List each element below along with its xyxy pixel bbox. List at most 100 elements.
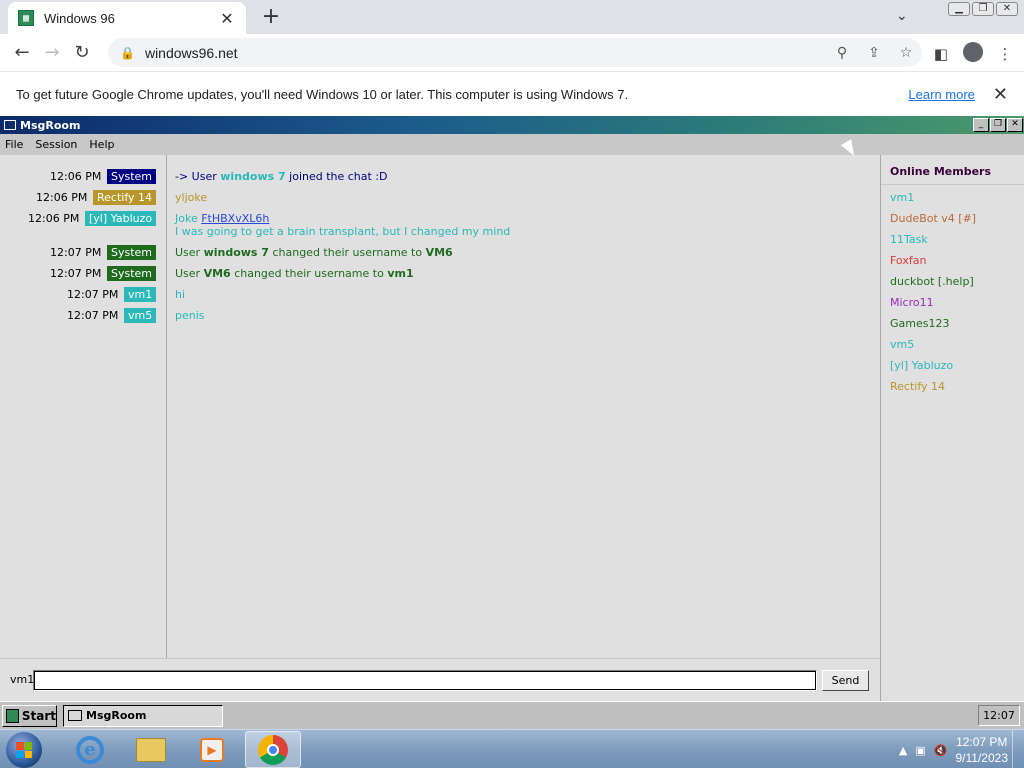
- update-infobar: To get future Google Chrome updates, you…: [0, 71, 1024, 116]
- share-icon[interactable]: ⇪: [858, 45, 890, 61]
- menu-file[interactable]: File: [5, 138, 23, 151]
- windows7-taskbar: e ▶ ▲ ▣ 🔇 12:07 PM 9/11/2023: [0, 729, 1024, 769]
- menu-session[interactable]: Session: [35, 138, 77, 151]
- menu-bar: File Session Help: [0, 134, 1024, 155]
- chat-log: System 12:06 PM -> User windows 7 joined t…: [0, 155, 880, 658]
- infobar-close-icon[interactable]: ✕: [993, 84, 1008, 105]
- message-text: hi: [175, 288, 186, 301]
- sender-badge[interactable]: System: [107, 266, 157, 281]
- volume-muted-icon[interactable]: 🔇: [934, 744, 948, 757]
- new-tab-button[interactable]: +: [260, 6, 282, 28]
- message-link[interactable]: FtHBXvXL6h: [201, 212, 269, 225]
- profile-avatar-icon[interactable]: [962, 42, 984, 66]
- close-window-icon[interactable]: ✕: [996, 2, 1018, 16]
- lock-icon[interactable]: 🔒: [120, 46, 135, 60]
- system-tray: ▲ ▣ 🔇 12:07 PM 9/11/2023: [899, 734, 1008, 766]
- search-icon[interactable]: ⚲: [826, 45, 858, 61]
- sender-badge[interactable]: vm1: [124, 287, 157, 302]
- clock-time: 12:07 PM: [956, 735, 1008, 749]
- chrome-menu-icon[interactable]: ⋮: [994, 45, 1016, 63]
- sender-badge[interactable]: [yl] Yabluzo: [85, 211, 157, 226]
- infobar-message: To get future Google Chrome updates, you…: [16, 86, 629, 102]
- member-item[interactable]: duckbot [.help]: [881, 271, 1024, 292]
- side-panel-icon[interactable]: ◧: [930, 45, 952, 63]
- show-hidden-icons-icon[interactable]: ▲: [899, 744, 907, 757]
- chat-bubble-icon: [4, 120, 16, 130]
- internet-explorer-pin[interactable]: e: [62, 731, 118, 768]
- system-clock[interactable]: 12:07 PM 9/11/2023: [956, 734, 1009, 766]
- member-item[interactable]: [yl] Yabluzo: [881, 355, 1024, 376]
- browser-tabstrip: ▦ Windows 96 ✕ + ⌄ ▁ ❐ ✕: [0, 0, 1024, 34]
- message-time: 12:07 PM: [50, 246, 102, 259]
- win96-logo-icon: [6, 708, 19, 723]
- clock-date: 9/11/2023: [955, 751, 1009, 765]
- sender-badge[interactable]: vm5: [124, 308, 157, 323]
- minimize-button[interactable]: _: [973, 118, 989, 132]
- show-desktop-button[interactable]: [1012, 730, 1024, 769]
- message-text: Joke FtHBXvXL6h I was going to get a brai…: [175, 212, 511, 238]
- menu-help[interactable]: Help: [89, 138, 114, 151]
- message-input-bar: vm1 Send: [0, 658, 880, 701]
- message-time: 12:07 PM: [67, 288, 119, 301]
- windows96-favicon-icon: ▦: [18, 10, 34, 26]
- message-text: User VM6 changed their username to vm1: [175, 267, 414, 280]
- tab-title: Windows 96: [44, 10, 115, 26]
- restore-icon[interactable]: ❐: [972, 2, 994, 16]
- taskbar-item-label: MsgRoom: [86, 709, 147, 722]
- message-text: yljoke: [175, 191, 208, 204]
- internet-explorer-icon: e: [76, 735, 104, 764]
- msgroom-window: MsgRoom _ ❐ ✕ File Session Help System 12…: [0, 116, 1024, 701]
- chat-bubble-icon: [68, 710, 82, 721]
- member-item[interactable]: Foxfan: [881, 250, 1024, 271]
- member-item[interactable]: vm1: [881, 187, 1024, 208]
- network-icon[interactable]: ▣: [915, 744, 925, 757]
- url-text[interactable]: windows96.net: [145, 45, 826, 61]
- windows-flag-icon: [16, 742, 32, 758]
- start-button[interactable]: Start: [2, 704, 57, 727]
- message-time: 12:06 PM: [50, 170, 102, 183]
- close-button[interactable]: ✕: [1007, 118, 1023, 132]
- forward-arrow-icon[interactable]: →: [37, 42, 67, 63]
- chrome-pin[interactable]: [245, 731, 301, 768]
- explorer-pin[interactable]: [123, 731, 179, 768]
- tab-search-chevron-icon[interactable]: ⌄: [896, 8, 908, 24]
- message-input[interactable]: [33, 670, 817, 691]
- message-time: 12:07 PM: [50, 267, 102, 280]
- send-button[interactable]: Send: [822, 670, 869, 691]
- maximize-button[interactable]: ❐: [990, 118, 1006, 132]
- window-title: MsgRoom: [20, 118, 81, 132]
- member-item[interactable]: DudeBot v4 [#]: [881, 208, 1024, 229]
- learn-more-link[interactable]: Learn more: [908, 87, 974, 102]
- media-player-pin[interactable]: ▶: [184, 731, 240, 768]
- sender-badge[interactable]: System: [107, 245, 157, 260]
- back-arrow-icon[interactable]: ←: [7, 42, 37, 63]
- taskbar-item-msgroom[interactable]: MsgRoom: [63, 704, 223, 727]
- win96-clock: 12:07: [978, 705, 1020, 726]
- window-controls: ▁ ❐ ✕: [948, 2, 1018, 16]
- member-item[interactable]: 11Task: [881, 229, 1024, 250]
- message-text: penis: [175, 309, 205, 322]
- message-time: 12:07 PM: [67, 309, 119, 322]
- minimize-icon[interactable]: ▁: [948, 2, 970, 16]
- windows-start-orb[interactable]: [6, 732, 42, 768]
- nickname-label: vm1: [10, 673, 35, 686]
- member-item[interactable]: Games123: [881, 313, 1024, 334]
- reload-icon[interactable]: ↻: [67, 42, 97, 63]
- toolbar-right: ◧ ⋮: [930, 42, 1016, 66]
- message-time: 12:06 PM: [36, 191, 88, 204]
- address-bar[interactable]: 🔒 windows96.net ⚲ ⇪ ☆: [108, 38, 922, 67]
- tab-close-icon[interactable]: ✕: [218, 9, 236, 28]
- media-player-icon: ▶: [200, 737, 224, 762]
- member-item[interactable]: Micro11: [881, 292, 1024, 313]
- browser-tab[interactable]: ▦ Windows 96 ✕: [8, 2, 246, 34]
- message-text: -> User windows 7 joined the chat :D: [175, 170, 388, 183]
- sender-badge[interactable]: Rectify 14: [93, 190, 157, 205]
- member-item[interactable]: Rectify 14: [881, 376, 1024, 397]
- window-titlebar[interactable]: MsgRoom _ ❐ ✕: [0, 116, 1024, 134]
- bookmark-star-icon[interactable]: ☆: [890, 45, 922, 61]
- sender-badge[interactable]: System: [107, 169, 157, 184]
- message-time: 12:06 PM: [28, 212, 80, 225]
- message-text: User windows 7 changed their username to…: [175, 246, 453, 259]
- start-label: Start: [21, 708, 56, 723]
- member-item[interactable]: vm5: [881, 334, 1024, 355]
